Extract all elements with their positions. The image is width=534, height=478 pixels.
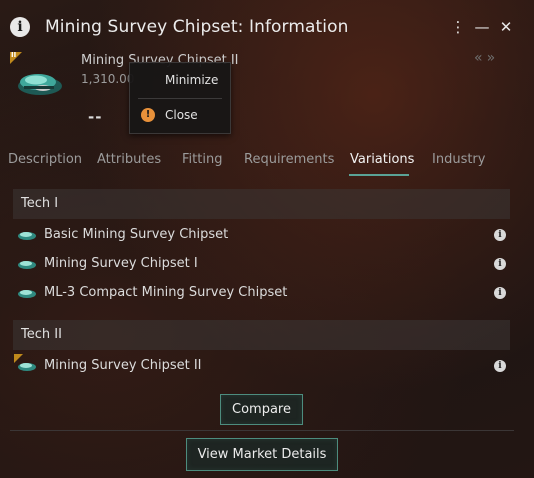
- chipset-icon: [18, 232, 36, 240]
- tab-description[interactable]: Description: [8, 152, 82, 167]
- show-info-icon[interactable]: i: [494, 258, 506, 270]
- context-menu: Minimize ! Close: [129, 62, 231, 134]
- close-warning-icon: !: [141, 108, 155, 122]
- chipset-icon: [18, 261, 36, 269]
- window-title: Mining Survey Chipset: Information: [45, 17, 349, 37]
- item-label: ML-3 Compact Mining Survey Chipset: [44, 285, 288, 300]
- tab-attributes[interactable]: Attributes: [97, 152, 161, 167]
- tab-fitting[interactable]: Fitting: [182, 152, 222, 167]
- show-info-icon[interactable]: i: [494, 287, 506, 299]
- tech-ii-badge: [14, 354, 23, 363]
- group-header-tech-i[interactable]: Tech I: [13, 189, 510, 219]
- menu-separator: [138, 98, 222, 99]
- tab-requirements[interactable]: Requirements: [244, 152, 334, 167]
- compare-button[interactable]: Compare: [220, 394, 303, 425]
- info-icon: i: [10, 17, 30, 37]
- chipset-icon: [18, 290, 36, 298]
- tab-variations[interactable]: Variations: [350, 152, 414, 167]
- minimize-icon[interactable]: —: [474, 18, 490, 36]
- list-item[interactable]: Mining Survey Chipset II i: [13, 353, 510, 380]
- tab-bar: Description Attributes Fitting Requireme…: [0, 150, 534, 178]
- item-volume: 1,310.00: [81, 72, 135, 86]
- divider: [10, 430, 514, 431]
- list-item[interactable]: Basic Mining Survey Chipset i: [13, 222, 510, 249]
- active-tab-indicator: [349, 174, 409, 176]
- item-label: Basic Mining Survey Chipset: [44, 227, 229, 242]
- item-icon[interactable]: II: [10, 51, 68, 110]
- list-item[interactable]: Mining Survey Chipset I i: [13, 251, 510, 278]
- item-label: Mining Survey Chipset I: [44, 256, 198, 271]
- group-header-tech-ii[interactable]: Tech II: [13, 320, 510, 350]
- menu-item-minimize[interactable]: Minimize: [165, 73, 218, 87]
- view-market-details-button[interactable]: View Market Details: [186, 438, 338, 471]
- item-price: --: [88, 108, 103, 126]
- info-window: i Mining Survey Chipset: Information ⋮ —…: [0, 0, 534, 478]
- tech-badge-label: II: [11, 51, 17, 59]
- tab-industry[interactable]: Industry: [432, 152, 485, 167]
- group-label: Tech I: [21, 196, 59, 211]
- group-label: Tech II: [21, 327, 62, 342]
- title-bar[interactable]: i Mining Survey Chipset: Information ⋮ —…: [0, 0, 534, 52]
- window-menu-icon[interactable]: ⋮: [450, 18, 466, 36]
- show-info-icon[interactable]: i: [494, 229, 506, 241]
- item-label: Mining Survey Chipset II: [44, 358, 202, 373]
- show-info-icon[interactable]: i: [494, 360, 506, 372]
- history-nav-icon[interactable]: «»: [474, 50, 499, 66]
- list-item[interactable]: ML-3 Compact Mining Survey Chipset i: [13, 280, 510, 307]
- close-icon[interactable]: ✕: [498, 18, 514, 36]
- menu-item-close[interactable]: Close: [165, 108, 198, 122]
